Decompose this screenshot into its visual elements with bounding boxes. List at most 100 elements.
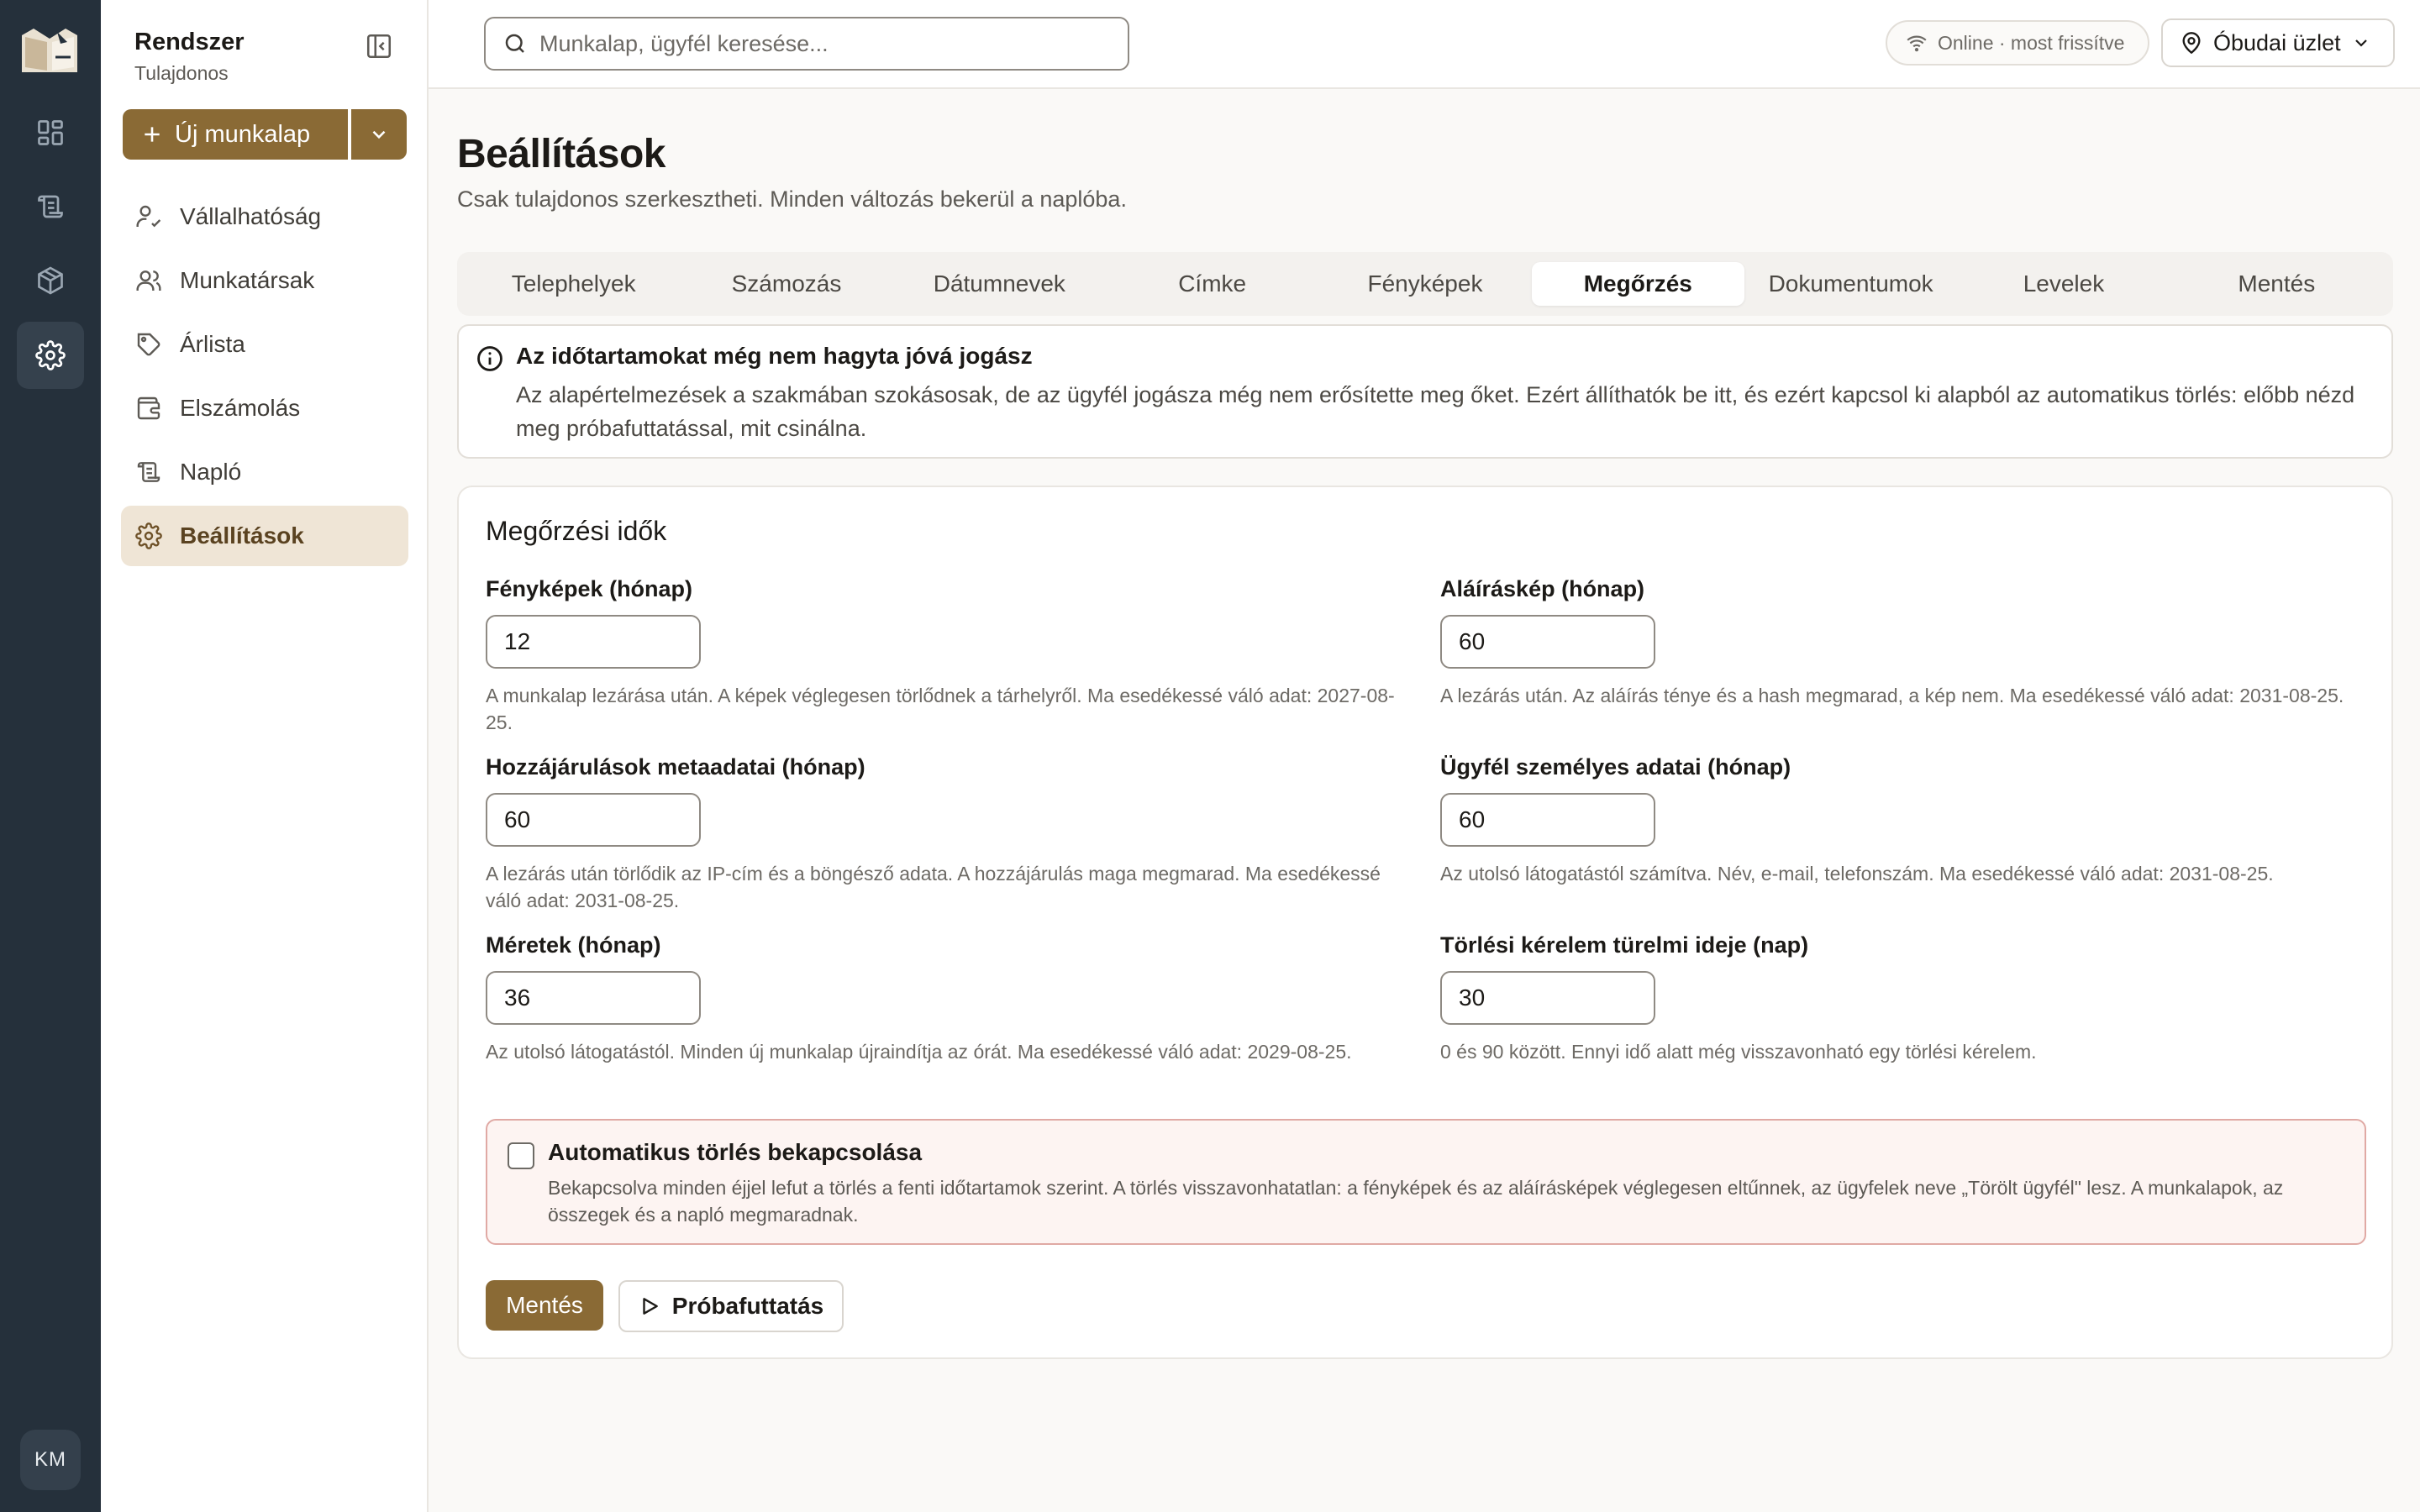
page-title: Beállítások (457, 132, 666, 176)
user-avatar[interactable]: KM (20, 1430, 81, 1490)
sidebar: Rendszer Tulajdonos Új munkalap Vállalha… (101, 0, 429, 1512)
personal-data-help: Az utolsó látogatástól számítva. Név, e-… (1440, 863, 2274, 885)
measurements-help: Az utolsó látogatástól. Minden új munkal… (486, 1041, 1352, 1063)
play-icon (639, 1295, 660, 1317)
org-role: Tulajdonos (134, 62, 229, 84)
ledger-icon (35, 192, 66, 222)
search-box[interactable] (484, 17, 1129, 71)
store-name: Óbudai üzlet (2213, 29, 2341, 55)
consent-label: Hozzájárulások metaadatai (hónap) (486, 754, 865, 780)
rail-settings-button[interactable] (17, 322, 84, 389)
signature-help: A lezárás után. Az aláírás ténye és a ha… (1440, 685, 2344, 706)
photos-label: Fényképek (hónap) (486, 576, 693, 601)
user-check-icon (134, 202, 163, 231)
consent-help: A lezárás után törlődik az IP-cím és a b… (486, 863, 1381, 911)
personal-data-input[interactable] (1440, 793, 1655, 847)
org-name: Rendszer (134, 29, 245, 55)
plus-icon (141, 123, 163, 145)
info-icon (476, 344, 506, 375)
settings-tabs: Telephelyek Számozás Dátumnevek Címke Fé… (457, 252, 2393, 316)
retention-card: Megőrzési idők Fényképek (hónap) A munka… (457, 486, 2393, 1359)
price-tag-icon (134, 330, 163, 359)
app-logo[interactable] (18, 24, 81, 77)
sidebar-item-beallitasok[interactable]: Beállítások (121, 506, 408, 566)
autodelete-panel: Automatikus törlés bekapcsolása Bekapcso… (486, 1119, 2366, 1245)
users-icon (134, 266, 163, 295)
wallet-icon (134, 394, 163, 423)
notice-title: Az időtartamokat még nem hagyta jóvá jog… (516, 343, 1033, 369)
autodelete-label[interactable]: Automatikus törlés bekapcsolása (548, 1139, 2339, 1166)
notice-body: Az alapértelmezések a szakmában szokásos… (516, 382, 2355, 441)
tab-telephelyek[interactable]: Telephelyek (467, 262, 680, 306)
sidebar-nav: Vállalhatóság Munkatársak Árlista Elszám… (121, 186, 408, 570)
personal-data-field: Ügyfél személyes adatai (hónap) Az utols… (1440, 754, 2356, 887)
tab-mentes[interactable]: Mentés (2170, 262, 2383, 306)
sidebar-item-label: Elszámolás (180, 395, 301, 421)
sidebar-item-vallalhatosag[interactable]: Vállalhatóság (121, 186, 408, 247)
grace-period-input[interactable] (1440, 971, 1655, 1025)
grace-period-label: Törlési kérelem türelmi ideje (nap) (1440, 932, 1809, 958)
measurements-field: Méretek (hónap) Az utolsó látogatástól. … (486, 932, 1402, 1065)
sidebar-item-label: Árlista (180, 331, 245, 357)
tab-megorzes[interactable]: Megőrzés (1531, 262, 1744, 306)
photos-field: Fényképek (hónap) A munkalap lezárása ut… (486, 576, 1402, 736)
signature-input[interactable] (1440, 615, 1655, 669)
chevron-down-icon (368, 123, 390, 145)
page-subtitle: Csak tulajdonos szerkesztheti. Minden vá… (457, 186, 1127, 212)
tab-levelek[interactable]: Levelek (1957, 262, 2170, 306)
sidebar-item-label: Munkatársak (180, 267, 315, 293)
photos-input[interactable] (486, 615, 701, 669)
autodelete-checkbox[interactable] (508, 1142, 534, 1169)
grace-period-help: 0 és 90 között. Ennyi idő alatt még viss… (1440, 1041, 2037, 1063)
consent-input[interactable] (486, 793, 701, 847)
signature-label: Aláíráskép (hónap) (1440, 576, 1645, 601)
new-worksheet-label: Új munkalap (175, 120, 311, 148)
dry-run-button[interactable]: Próbafuttatás (618, 1280, 844, 1332)
signature-field: Aláíráskép (hónap) A lezárás után. Az al… (1440, 576, 2356, 709)
wifi-icon (1906, 32, 1928, 54)
chevron-down-icon (2351, 33, 2371, 53)
app-rail: KM (0, 0, 101, 1512)
search-input[interactable] (539, 30, 1111, 57)
personal-data-label: Ügyfél személyes adatai (hónap) (1440, 754, 1791, 780)
sidebar-collapse-icon[interactable] (365, 32, 393, 60)
sidebar-item-naplo[interactable]: Napló (121, 442, 408, 502)
save-button[interactable]: Mentés (486, 1280, 603, 1331)
tab-fenykepek[interactable]: Fényképek (1318, 262, 1531, 306)
rail-ledger-button[interactable] (17, 173, 84, 240)
topbar: Online · most frissítve Óbudai üzlet (429, 0, 2420, 89)
sidebar-item-arlista[interactable]: Árlista (121, 314, 408, 375)
photos-help: A munkalap lezárása után. A képek végleg… (486, 685, 1395, 733)
ledger-icon (134, 458, 163, 486)
sidebar-item-label: Napló (180, 459, 242, 485)
new-worksheet-button[interactable]: Új munkalap (123, 109, 348, 160)
store-selector[interactable]: Óbudai üzlet (2161, 18, 2395, 67)
sidebar-item-label: Vállalhatóság (180, 203, 322, 229)
legal-notice: Az időtartamokat még nem hagyta jóvá jog… (457, 324, 2393, 459)
measurements-input[interactable] (486, 971, 701, 1025)
dashboard-grid-icon (35, 118, 66, 148)
retention-title: Megőrzési idők (486, 516, 667, 546)
tab-datumnevek[interactable]: Dátumnevek (893, 262, 1106, 306)
sidebar-item-elszamolas[interactable]: Elszámolás (121, 378, 408, 438)
tab-cimke[interactable]: Címke (1106, 262, 1318, 306)
grace-period-field: Törlési kérelem türelmi ideje (nap) 0 és… (1440, 932, 2356, 1065)
search-icon (502, 31, 528, 56)
gear-icon (35, 340, 66, 370)
tab-dokumentumok[interactable]: Dokumentumok (1744, 262, 1957, 306)
rail-dashboard-button[interactable] (17, 99, 84, 166)
sidebar-item-label: Beállítások (180, 522, 304, 549)
sidebar-item-munkatarsak[interactable]: Munkatársak (121, 250, 408, 311)
consent-field: Hozzájárulások metaadatai (hónap) A lezá… (486, 754, 1402, 914)
map-pin-icon (2180, 31, 2203, 55)
tab-szamozas[interactable]: Számozás (680, 262, 892, 306)
gear-icon (134, 522, 163, 550)
rail-inventory-button[interactable] (17, 247, 84, 314)
autodelete-description: Bekapcsolva minden éjjel lefut a törlés … (548, 1177, 2284, 1226)
sync-status-text: Online · most frissítve (1938, 31, 2125, 54)
package-icon (35, 265, 66, 296)
dry-run-label: Próbafuttatás (671, 1293, 824, 1319)
sync-status-badge: Online · most frissítve (1886, 20, 2149, 66)
new-worksheet-menu-button[interactable] (351, 109, 407, 160)
measurements-label: Méretek (hónap) (486, 932, 661, 958)
